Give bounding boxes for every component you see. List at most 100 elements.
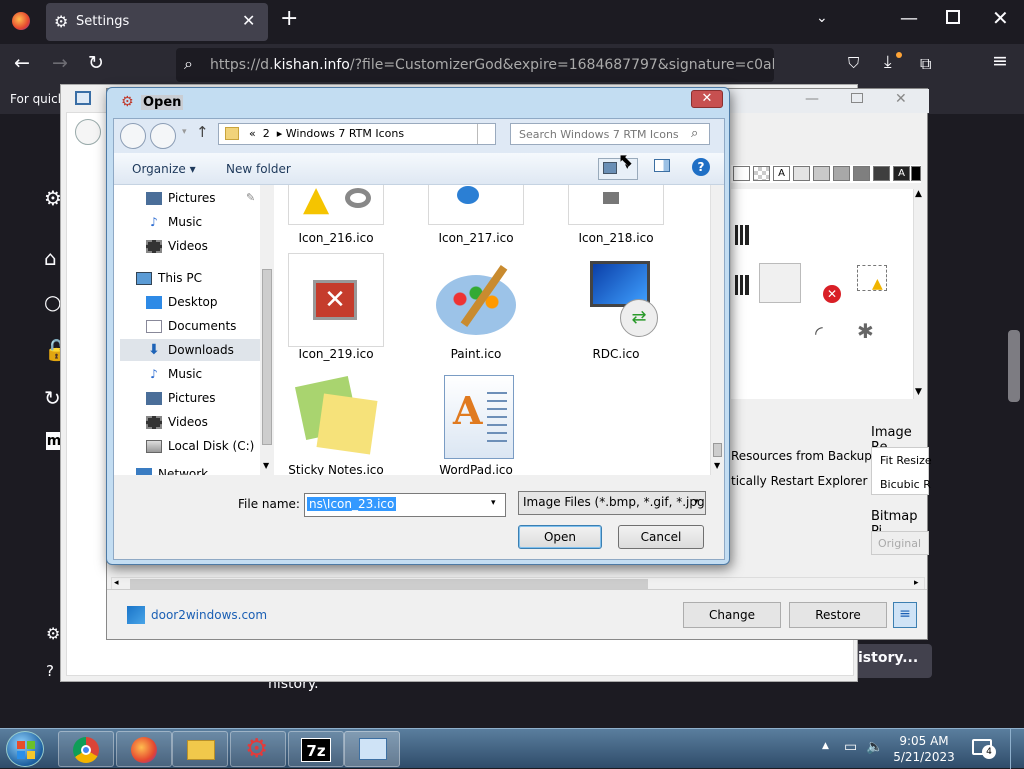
- new-folder-button[interactable]: New folder: [226, 162, 291, 176]
- system-clock[interactable]: 9:05 AM 5/21/2023: [886, 733, 962, 765]
- tree-item-music[interactable]: ♪ Music: [146, 215, 202, 229]
- volume-muted-icon[interactable]: 🔈: [866, 739, 883, 755]
- palette-text-swatch[interactable]: A: [893, 166, 910, 181]
- help-icon[interactable]: ?: [692, 158, 710, 176]
- sync-icon[interactable]: ↻: [44, 386, 61, 410]
- forward-arrow-icon[interactable]: →: [52, 54, 68, 73]
- taskbar-file-explorer[interactable]: [172, 731, 228, 767]
- extensions-icon[interactable]: ⧉: [920, 54, 931, 73]
- hamburger-menu-icon[interactable]: ≡: [992, 52, 1008, 71]
- taskbar-network-app[interactable]: [344, 731, 400, 767]
- tree-item-documents[interactable]: Documents: [146, 319, 236, 333]
- tree-item-network[interactable]: Network: [136, 467, 208, 475]
- file-item[interactable]: Icon_216.ico: [276, 231, 396, 245]
- file-thumbnail[interactable]: [428, 185, 524, 225]
- navigation-pane-scrollbar[interactable]: ▼: [260, 185, 274, 475]
- palette-swatch[interactable]: [753, 166, 770, 181]
- image-resize-list[interactable]: Fit Resize Bicubic R: [871, 447, 932, 495]
- restore-button[interactable]: Restore: [789, 602, 887, 628]
- url-bar[interactable]: ⌕ https://d.kishan.info/?file=Customizer…: [176, 48, 774, 82]
- scrollbar-thumb[interactable]: [262, 269, 272, 445]
- fit-resize-option[interactable]: Fit Resize: [880, 454, 932, 467]
- extensions-themes-icon[interactable]: ⚙: [46, 624, 60, 643]
- scrollbar-thumb[interactable]: [713, 443, 722, 457]
- back-button[interactable]: [120, 123, 146, 149]
- tree-item-pictures[interactable]: Pictures: [146, 391, 216, 405]
- help-icon[interactable]: ?: [46, 662, 54, 680]
- scroll-up-arrow[interactable]: ▲: [915, 189, 922, 199]
- tab-settings[interactable]: ⚙ Settings ✕: [46, 3, 268, 41]
- forward-button[interactable]: [150, 123, 176, 149]
- scrollbar-thumb[interactable]: [130, 579, 648, 589]
- close-window-button[interactable]: ✕: [992, 6, 1009, 30]
- file-item[interactable]: Sticky Notes.ico: [276, 463, 396, 475]
- customizer-minimize-button[interactable]: —: [805, 91, 819, 107]
- start-button[interactable]: [6, 731, 44, 767]
- palette-swatch[interactable]: [813, 166, 830, 181]
- tree-item-videos[interactable]: Videos: [146, 239, 208, 253]
- network-tray-icon[interactable]: ▭: [844, 739, 857, 755]
- search-box[interactable]: Search Windows 7 RTM Icons ⌕: [510, 123, 710, 145]
- file-list-scrollbar[interactable]: ▼: [710, 185, 724, 475]
- taskbar-chrome[interactable]: [58, 731, 114, 767]
- palette-swatch[interactable]: [873, 166, 890, 181]
- restart-explorer-option[interactable]: tically Restart Explorer: [731, 474, 867, 488]
- back-circle-button[interactable]: [75, 119, 101, 145]
- pocket-icon[interactable]: ⛉: [848, 54, 859, 73]
- search-icon[interactable]: ⌕: [691, 126, 698, 141]
- file-name-field[interactable]: ns\Icon_23.ico ▾: [304, 493, 506, 517]
- up-arrow-icon[interactable]: ↑: [196, 123, 209, 141]
- file-item[interactable]: Icon_218.ico: [556, 231, 676, 245]
- menu-list-icon[interactable]: ≡: [893, 602, 917, 628]
- new-tab-button[interactable]: +: [280, 8, 298, 30]
- scroll-left-arrow[interactable]: ◂: [114, 578, 119, 588]
- scroll-down-arrow[interactable]: ▼: [714, 461, 720, 470]
- home-icon[interactable]: ⌂: [44, 246, 57, 270]
- restore-backup-option[interactable]: Resources from Backup: [731, 449, 872, 463]
- palette-swatch[interactable]: [853, 166, 870, 181]
- taskbar-customizer-god[interactable]: ⚙: [230, 731, 286, 767]
- file-thumbnail[interactable]: A: [444, 375, 514, 459]
- minimize-button[interactable]: —: [900, 8, 918, 29]
- reload-icon[interactable]: ↻: [88, 54, 104, 73]
- palette-swatch[interactable]: [833, 166, 850, 181]
- tree-item-this-pc[interactable]: This PC: [136, 271, 202, 285]
- list-all-tabs-icon[interactable]: ⌄: [816, 10, 828, 26]
- firefox-menu-icon[interactable]: [12, 12, 30, 30]
- tab-close-button[interactable]: ✕: [242, 11, 255, 30]
- tree-item-local-disk[interactable]: Local Disk (C:): [146, 439, 254, 453]
- file-thumbnail[interactable]: [294, 375, 384, 459]
- downloads-icon[interactable]: ⤓: [884, 53, 892, 72]
- dialog-close-button[interactable]: ✕: [691, 90, 723, 108]
- site-link[interactable]: door2windows.com: [151, 608, 267, 622]
- tree-item-desktop[interactable]: Desktop: [146, 295, 218, 309]
- file-thumbnail[interactable]: ✕: [288, 253, 384, 347]
- scroll-down-arrow[interactable]: ▼: [915, 387, 922, 397]
- file-thumbnail[interactable]: [430, 255, 520, 343]
- organize-button[interactable]: Organize ▾: [132, 162, 196, 176]
- bicubic-option[interactable]: Bicubic R: [880, 478, 931, 491]
- scroll-right-arrow[interactable]: ▸: [914, 578, 919, 588]
- palette-text-swatch[interactable]: A: [773, 166, 790, 181]
- maximize-button[interactable]: [946, 10, 960, 24]
- customizer-close-button[interactable]: ✕: [895, 91, 907, 107]
- preview-pane-icon[interactable]: [654, 159, 670, 172]
- file-type-dropdown[interactable]: Image Files (*.bmp, *.gif, *.jpg: [518, 491, 706, 515]
- search-settings-icon[interactable]: ○: [44, 290, 61, 314]
- tree-item-music[interactable]: ♪ Music: [146, 367, 202, 381]
- icon-grid-scrollbar[interactable]: ▲ ▼: [913, 189, 927, 399]
- page-scrollbar-thumb[interactable]: [1008, 330, 1020, 402]
- chevron-down-icon[interactable]: ▾: [491, 498, 496, 508]
- show-desktop-button[interactable]: [1010, 729, 1024, 769]
- file-thumbnail[interactable]: [568, 185, 664, 225]
- customizer-maximize-button[interactable]: [851, 93, 863, 103]
- file-thumbnail[interactable]: ⇄: [574, 255, 664, 343]
- file-item[interactable]: Paint.ico: [416, 347, 536, 361]
- file-item[interactable]: Icon_219.ico: [276, 347, 396, 361]
- palette-swatch[interactable]: [793, 166, 810, 181]
- tree-item-pictures[interactable]: Pictures: [146, 191, 216, 205]
- taskbar-7zip[interactable]: 7z: [288, 731, 344, 767]
- taskbar-firefox[interactable]: [116, 731, 172, 767]
- open-button[interactable]: Open: [518, 525, 602, 549]
- address-bar[interactable]: « 2 ▸ Windows 7 RTM Icons: [218, 123, 496, 145]
